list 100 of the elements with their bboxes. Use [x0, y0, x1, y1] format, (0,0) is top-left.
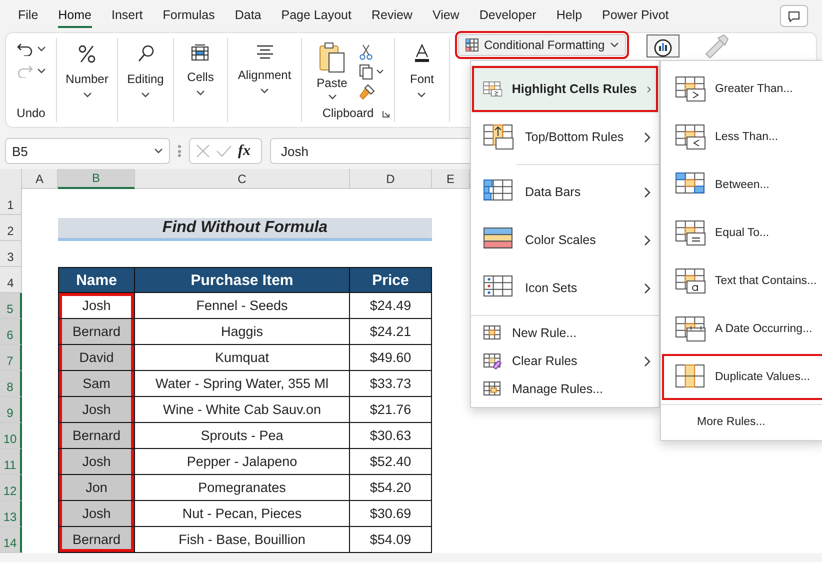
name-box[interactable]: B5 [5, 138, 170, 164]
caret-icon [417, 92, 426, 98]
row-header[interactable]: 5 [0, 293, 22, 319]
rule-icon [675, 220, 707, 246]
column-header[interactable]: A [22, 169, 58, 189]
table-cell: Fennel - Seeds [135, 293, 350, 319]
row-header[interactable]: 8 [0, 371, 22, 397]
table-cell: Josh [58, 293, 135, 319]
comment-button[interactable] [780, 5, 808, 27]
menu-item[interactable]: Duplicate Values... [661, 353, 822, 401]
menu-item[interactable]: Highlight Cells Rules [471, 65, 659, 113]
menu-item[interactable]: Clear Rules [471, 347, 659, 375]
column-header[interactable]: C [135, 169, 350, 189]
copy-icon[interactable] [359, 64, 386, 80]
row-header[interactable]: 4 [0, 267, 22, 293]
rule-icon [675, 124, 707, 150]
ribbon-tab[interactable]: Insert [112, 2, 143, 28]
ribbon-button[interactable]: Cells [181, 38, 220, 97]
cells-icon [191, 44, 210, 62]
column-header[interactable]: B [58, 169, 135, 189]
search-icon [136, 44, 154, 64]
rule-icon [675, 316, 707, 342]
row-header[interactable]: 13 [0, 501, 22, 527]
table-cell: Sprouts - Pea [135, 423, 350, 449]
ribbon-button[interactable]: Font [404, 38, 440, 99]
caret-icon [610, 42, 619, 48]
conditional-formatting-button[interactable]: Conditional Formatting [458, 34, 626, 56]
table-cell: Josh [58, 397, 135, 423]
row-header[interactable]: 2 [0, 215, 22, 241]
ribbon-tab[interactable]: View [432, 2, 460, 28]
font-color-icon [412, 44, 431, 64]
scissors-icon[interactable] [359, 44, 374, 60]
undo-button[interactable] [16, 42, 46, 56]
table-cell: Pomegranates [135, 475, 350, 501]
dialog-launcher-icon[interactable] [382, 110, 390, 118]
row-header[interactable]: 1 [0, 189, 22, 215]
group-label: Undo [16, 106, 46, 122]
ribbon-button[interactable]: Editing [121, 38, 170, 99]
column-heading: Price [350, 267, 432, 293]
table-cell: Jon [58, 475, 135, 501]
table-cell: $33.73 [350, 371, 432, 397]
ribbon-tab[interactable]: Developer [479, 2, 536, 28]
table-cell: Josh [58, 449, 135, 475]
menu-item[interactable]: Equal To... [661, 209, 822, 257]
menu-item[interactable]: Color Scales [471, 216, 659, 264]
menu-item[interactable]: Manage Rules... [471, 375, 659, 403]
ribbon-button[interactable]: Number [60, 38, 114, 99]
column-heading: Purchase Item [135, 267, 350, 293]
caret-icon [141, 92, 150, 98]
clipboard-icon [318, 42, 346, 74]
table-cell: Wine - White Cab Sauv.on [135, 397, 350, 423]
row-header[interactable]: 7 [0, 345, 22, 371]
row-header[interactable]: 10 [0, 423, 22, 449]
menu-item[interactable]: More Rules... [661, 408, 822, 436]
column-header[interactable]: E [432, 169, 470, 189]
insert-function-button[interactable]: fx [238, 142, 250, 160]
menu-item[interactable]: Text that Contains... [661, 257, 822, 305]
ribbon-tab[interactable]: Formulas [162, 2, 215, 28]
menu-item[interactable]: Between... [661, 161, 822, 209]
ribbon-tab[interactable]: Help [556, 2, 582, 28]
ribbon-tab[interactable]: Review [371, 2, 412, 28]
format-painter-icon[interactable] [359, 84, 376, 100]
row-header[interactable]: 12 [0, 475, 22, 501]
ribbon-tab[interactable]: Page Layout [281, 2, 352, 28]
row-header[interactable]: 14 [0, 527, 22, 553]
table-cell: Pepper - Jalapeno [135, 449, 350, 475]
menu-item[interactable]: Greater Than... [661, 65, 822, 113]
row-header[interactable]: 6 [0, 319, 22, 345]
row-header[interactable]: 3 [0, 241, 22, 267]
table-cell: Nut - Pecan, Pieces [135, 501, 350, 527]
table-cell: Kumquat [135, 345, 350, 371]
ribbon-tab[interactable]: Home [58, 2, 92, 28]
menu-item[interactable]: New Rule... [471, 319, 659, 347]
rule-icon [675, 76, 707, 102]
table-cell: David [58, 345, 135, 371]
ribbon-tab[interactable]: File [18, 2, 38, 28]
menu-item[interactable]: A Date Occurring... [661, 305, 822, 353]
menu-item[interactable]: Top/Bottom Rules [471, 113, 659, 161]
paste-button[interactable]: Paste [310, 40, 354, 101]
menu-item[interactable]: Data Bars [471, 168, 659, 216]
drag-handle-icon[interactable] [178, 145, 181, 157]
ribbon-tab[interactable]: Data [234, 2, 262, 28]
row-header[interactable]: 9 [0, 397, 22, 423]
table-cell: $24.21 [350, 319, 432, 345]
table-cell: $52.40 [350, 449, 432, 475]
table-cell: Haggis [135, 319, 350, 345]
ribbon-button[interactable]: Alignment [232, 38, 298, 95]
menu-item[interactable]: Less Than... [661, 113, 822, 161]
row-header[interactable]: 11 [0, 449, 22, 475]
menu-item[interactable]: Icon Sets [471, 264, 659, 312]
chart-icon[interactable] [646, 34, 680, 58]
table-cell: Sam [58, 371, 135, 397]
check-icon[interactable] [216, 144, 232, 158]
column-header[interactable]: D [350, 169, 432, 189]
caret-icon [154, 148, 163, 154]
table-cell: Fish - Base, Bouillion [135, 527, 350, 553]
ribbon-tab[interactable]: Power Pivot [602, 2, 669, 28]
grid-icon [465, 38, 479, 52]
table-cell: $54.20 [350, 475, 432, 501]
table-cell: $54.09 [350, 527, 432, 553]
